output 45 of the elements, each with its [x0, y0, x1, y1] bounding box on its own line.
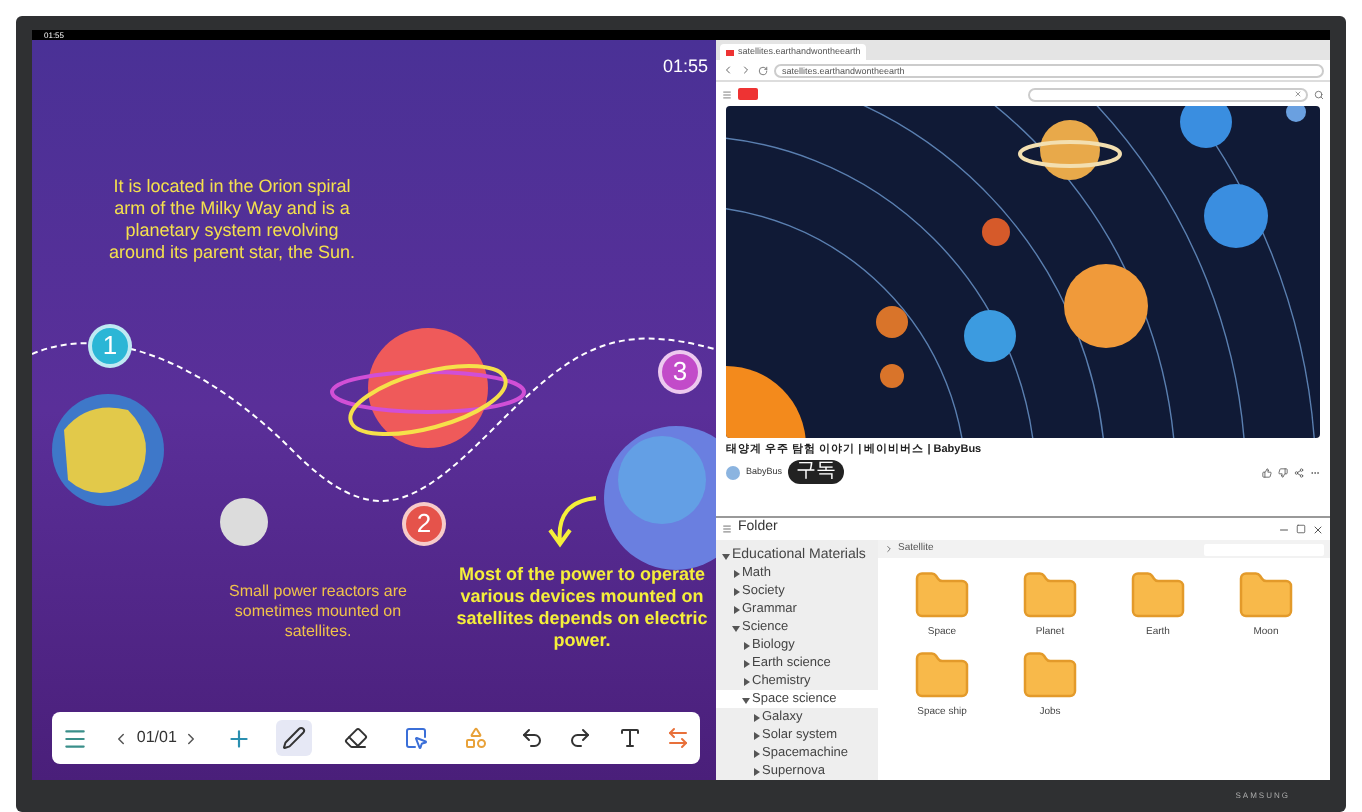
maximize-icon[interactable]: [1296, 524, 1306, 534]
step-marker: 3: [658, 350, 702, 394]
collapsed-caret-icon[interactable]: [742, 677, 750, 685]
dislike-icon[interactable]: [1278, 467, 1288, 478]
undo-icon[interactable]: [519, 726, 544, 750]
collapsed-caret-icon[interactable]: [752, 767, 760, 775]
collapsed-caret-icon[interactable]: [752, 749, 760, 757]
whiteboard-canvas[interactable]: [32, 40, 716, 780]
menu-icon[interactable]: [62, 725, 88, 751]
page-counter: 01/01: [136, 726, 177, 750]
handwritten-note: It is located in the Orion spiral arm of the Milky Way and is a planetary system revolving around its parent star, the Sun.: [106, 176, 358, 264]
path-chevron-icon: [884, 544, 894, 554]
collapsed-caret-icon[interactable]: [742, 659, 750, 667]
rocky-planet-drawing: [48, 390, 168, 510]
share-icon[interactable]: [1294, 467, 1304, 478]
collapsed-caret-icon[interactable]: [732, 587, 740, 595]
collapsed-caret-icon[interactable]: [732, 605, 740, 613]
text-tool-icon[interactable]: [617, 726, 642, 750]
pen-icon[interactable]: [276, 720, 313, 756]
expanded-caret-icon[interactable]: [722, 551, 730, 559]
subscribe-button[interactable]: 구독: [788, 460, 845, 485]
add-page-icon[interactable]: [225, 725, 252, 751]
expanded-caret-icon[interactable]: [732, 623, 740, 631]
search-field[interactable]: [1028, 87, 1308, 101]
clock: 01:55: [662, 54, 708, 80]
expanded-caret-icon[interactable]: [742, 695, 750, 703]
channel-avatar-icon: [726, 465, 740, 480]
moon-drawing: [218, 496, 270, 548]
favicon-icon: [726, 49, 734, 55]
solar-system-video-drawing[interactable]: [726, 106, 1320, 438]
redo-icon[interactable]: [568, 726, 593, 750]
like-icon[interactable]: [1262, 467, 1272, 478]
reload-icon[interactable]: [758, 65, 768, 75]
collapsed-caret-icon[interactable]: [752, 731, 760, 739]
video-logo-icon: [738, 88, 758, 100]
swap-icon[interactable]: [665, 726, 690, 750]
handwritten-note: Small power reactors are sometimes mounted on satellites.: [227, 582, 409, 642]
collapsed-caret-icon[interactable]: [752, 713, 760, 721]
collapsed-caret-icon[interactable]: [742, 641, 750, 649]
search-icon[interactable]: [1314, 89, 1324, 99]
step-marker: 1: [88, 324, 132, 368]
step-marker: 2: [402, 502, 446, 546]
handwritten-note: Most of the power to operate various devices mounted on satellites depends on electric power.: [454, 564, 710, 652]
close-icon[interactable]: [1312, 523, 1324, 535]
collapsed-caret-icon[interactable]: [732, 569, 740, 577]
